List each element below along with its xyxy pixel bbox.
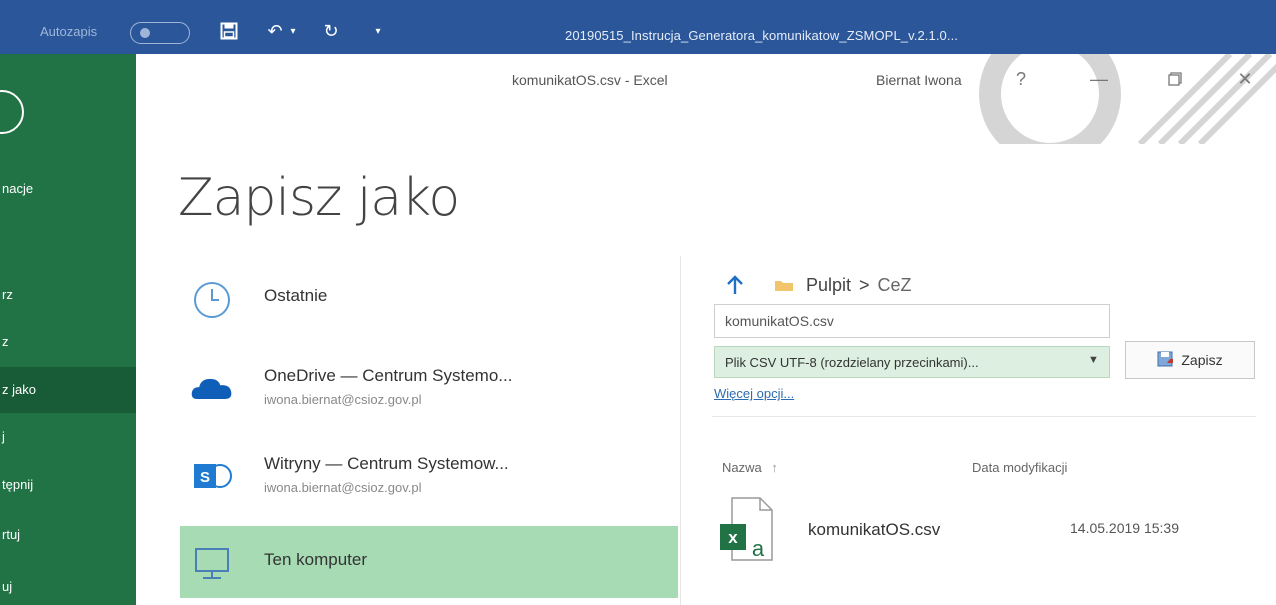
pane-divider — [680, 256, 681, 605]
restore-icon[interactable] — [1160, 64, 1190, 94]
user-name[interactable]: Biernat Iwona — [876, 72, 962, 88]
nav-item-info[interactable]: nacje — [0, 166, 136, 212]
close-icon[interactable]: ✕ — [1230, 64, 1260, 94]
customize-qat-icon[interactable]: ▾ — [368, 18, 388, 44]
file-modified: 14.05.2019 15:39 — [1070, 520, 1179, 536]
nav-item-label: rtuj — [2, 527, 21, 542]
document-title: 20190515_Instrucja_Generatora_komunikato… — [565, 28, 958, 43]
place-name: Ten komputer — [264, 550, 367, 569]
svg-text:x: x — [728, 528, 738, 547]
file-name: komunikatOS.csv — [808, 520, 941, 539]
nav-item-label: rz — [2, 287, 13, 302]
nav-item-share[interactable]: tępnij — [0, 462, 136, 508]
sort-up-icon: ↑ — [771, 460, 778, 475]
place-name: Witryny — Centrum Systemow... — [264, 454, 509, 473]
nav-item-save[interactable]: z — [0, 319, 136, 365]
autosave-label: Autozapis — [40, 24, 98, 39]
column-header-name-label: Nazwa — [722, 460, 762, 475]
filename-input[interactable] — [714, 304, 1110, 338]
place-account: iwona.biernat@csioz.gov.pl — [264, 480, 422, 495]
nav-item-label: z jako — [2, 382, 36, 397]
filetype-select[interactable]: Plik CSV UTF-8 (rozdzielany przecinkami)… — [714, 346, 1110, 378]
window-title: komunikatOS.csv - Excel — [512, 72, 668, 88]
redo-icon[interactable]: ↻ — [318, 18, 344, 44]
up-arrow-icon[interactable] — [724, 275, 746, 295]
place-name: Ostatnie — [264, 286, 328, 305]
place-this-pc[interactable]: Ten komputer — [180, 526, 678, 598]
nav-item-save-as[interactable]: z jako — [0, 367, 136, 413]
nav-item-publish[interactable]: uj — [0, 564, 136, 605]
save-button[interactable]: Zapisz — [1125, 341, 1255, 379]
place-name: OneDrive — Centrum Systemo... — [264, 366, 513, 385]
autosave-toggle[interactable] — [130, 22, 190, 44]
column-header-name[interactable]: Nazwa ↑ — [722, 460, 778, 475]
breadcrumb-item[interactable]: Pulpit — [806, 275, 851, 296]
place-sites[interactable]: S Witryny — Centrum Systemow... iwona.bi… — [180, 438, 678, 510]
page-title: Zapisz jako — [178, 168, 460, 228]
excel-file-icon: x a — [718, 494, 774, 564]
place-onedrive[interactable]: OneDrive — Centrum Systemo... iwona.bier… — [180, 350, 678, 422]
computer-icon — [190, 544, 234, 584]
list-divider — [712, 416, 1256, 417]
save-icon[interactable] — [216, 18, 242, 44]
nav-item-label: uj — [2, 579, 13, 594]
place-account: iwona.biernat@csioz.gov.pl — [264, 392, 422, 407]
nav-item-label: tępnij — [2, 477, 34, 492]
breadcrumb: Pulpit > CeZ — [724, 270, 912, 300]
backstage-nav: nacje rz z z jako j tępnij rtuj uj — [0, 54, 136, 605]
svg-text:a: a — [752, 536, 765, 561]
nav-item-label: j — [2, 429, 5, 444]
sharepoint-icon: S — [190, 456, 234, 496]
nav-item-export[interactable]: rtuj — [0, 512, 136, 558]
column-header-date[interactable]: Data modyfikacji — [972, 460, 1067, 475]
nav-item-label: z — [2, 334, 9, 349]
file-list-item[interactable]: x a komunikatOS.csv 14.05.2019 15:39 — [712, 488, 1256, 572]
breadcrumb-item[interactable]: CeZ — [878, 275, 912, 296]
title-bar: Autozapis ↶ ▾ ↻ ▾ 20190515_Instrucja_Gen… — [0, 0, 1276, 54]
chevron-down-icon[interactable]: ▼ — [1088, 354, 1099, 366]
undo-icon[interactable]: ↶ — [262, 18, 288, 44]
nav-item-print[interactable]: j — [0, 414, 136, 460]
back-arrow-icon[interactable] — [0, 90, 24, 134]
breadcrumb-separator: > — [859, 274, 870, 295]
cloud-icon — [190, 368, 234, 408]
nav-item-open[interactable]: rz — [0, 272, 136, 318]
filetype-value: Plik CSV UTF-8 (rozdzielany przecinkami)… — [725, 355, 979, 370]
more-options-link[interactable]: Więcej opcji... — [714, 386, 794, 401]
save-disk-icon — [1157, 351, 1175, 369]
save-button-label: Zapisz — [1181, 352, 1223, 368]
nav-item-label: nacje — [2, 181, 34, 196]
place-recent[interactable]: Ostatnie — [180, 262, 678, 334]
folder-icon — [774, 278, 794, 292]
minimize-icon[interactable]: — — [1084, 64, 1114, 94]
svg-text:S: S — [200, 469, 210, 486]
undo-dropdown-icon[interactable]: ▾ — [286, 18, 300, 44]
clock-icon — [190, 280, 234, 320]
help-icon[interactable]: ? — [1006, 64, 1036, 94]
